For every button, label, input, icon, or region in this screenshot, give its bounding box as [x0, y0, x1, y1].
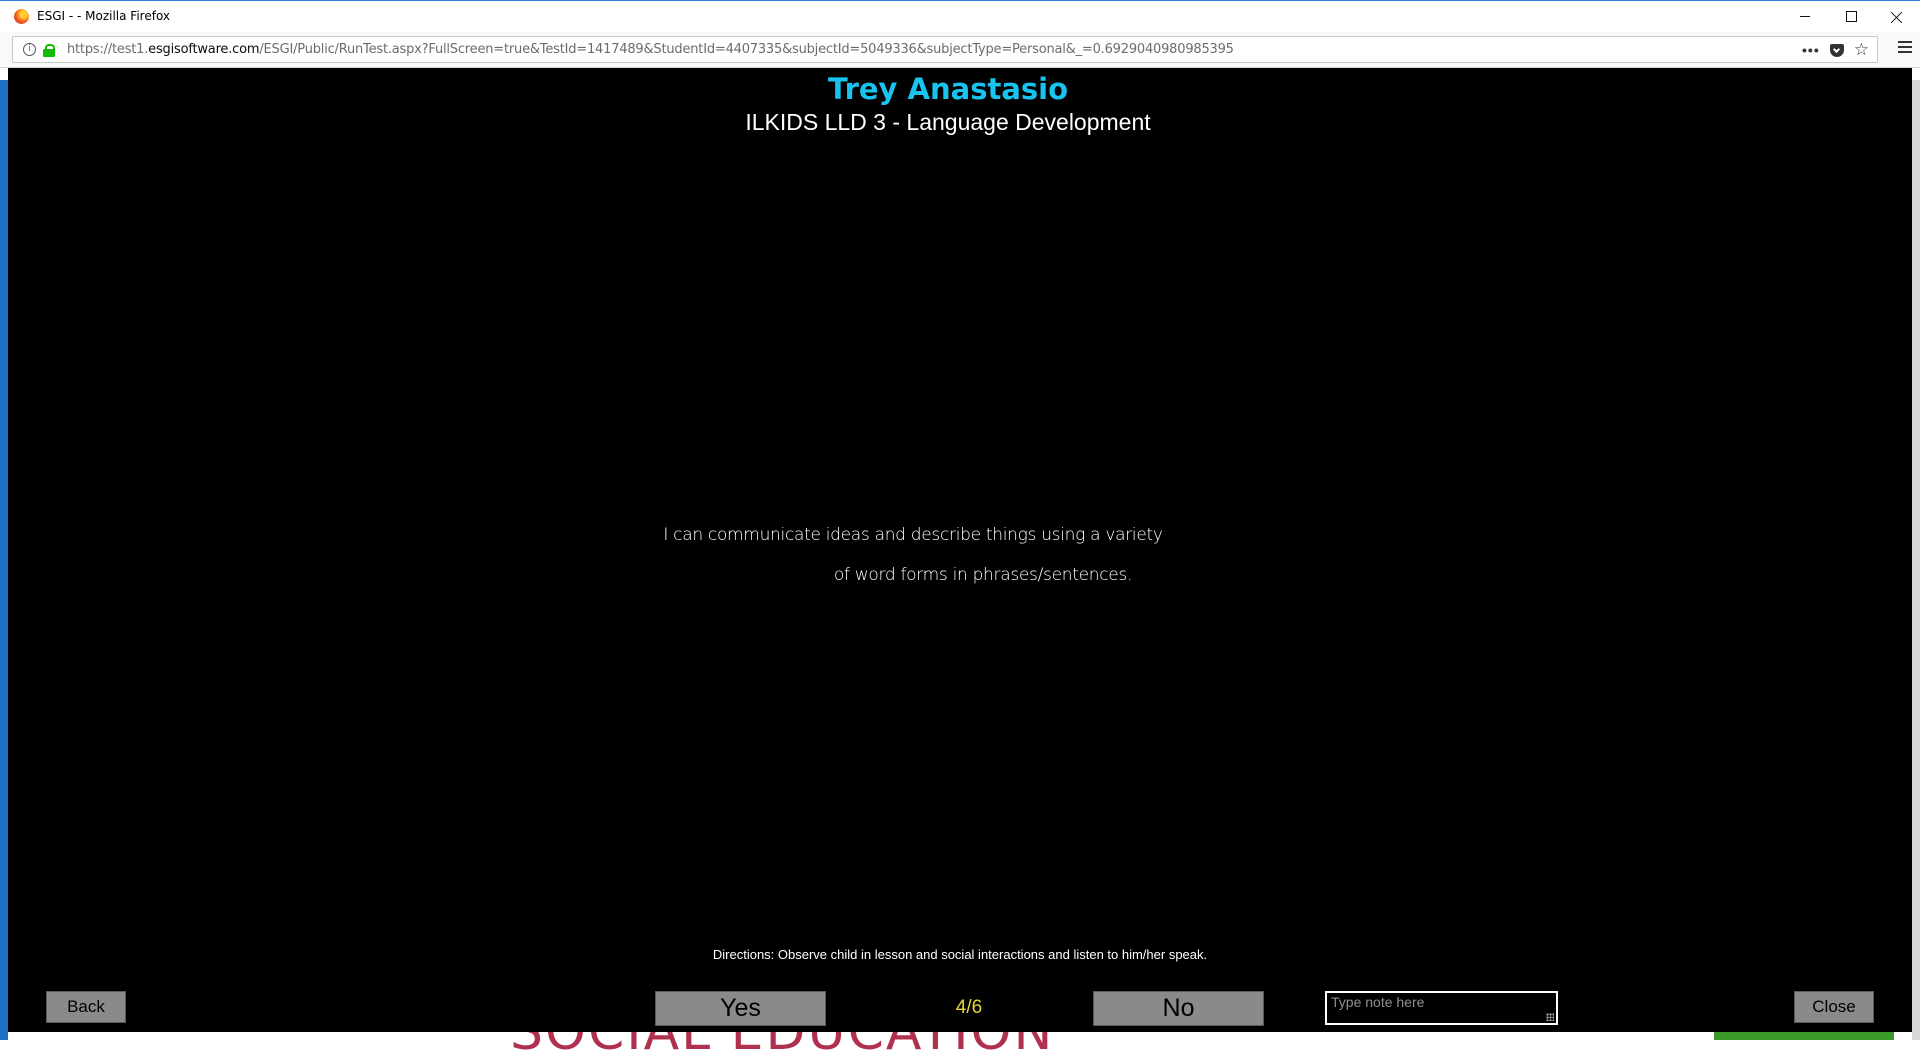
note-input[interactable] [1325, 991, 1558, 1025]
background-window-edge-left [0, 80, 8, 1040]
yes-button[interactable]: Yes [655, 991, 826, 1026]
question-text: I can communicate ideas and describe thi… [588, 515, 1338, 595]
url-domain: esgisoftware.com [148, 42, 260, 57]
site-info-icon[interactable]: i [23, 43, 36, 56]
minimize-button[interactable] [1782, 1, 1828, 32]
test-stage: Trey Anastasio ILKIDS LLD 3 - Language D… [8, 68, 1912, 1032]
lock-icon[interactable] [43, 44, 55, 57]
address-bar[interactable]: i https://test1.esgisoftware.com/ESGI/Pu… [12, 36, 1878, 63]
question-line-2: of word forms in phrases/sentences. [833, 565, 1133, 585]
close-test-button[interactable]: Close [1794, 991, 1874, 1023]
url-path: /ESGI/Public/RunTest.aspx?FullScreen=tru… [259, 42, 1234, 57]
no-button[interactable]: No [1093, 991, 1264, 1026]
maximize-button[interactable] [1828, 1, 1874, 32]
test-name: ILKIDS LLD 3 - Language Development [745, 109, 1151, 135]
navigation-bar: i https://test1.esgisoftware.com/ESGI/Pu… [0, 32, 1920, 68]
directions-text: Directions: Observe child in lesson and … [712, 947, 1208, 962]
maximize-icon [1845, 11, 1857, 22]
close-icon [1891, 11, 1903, 23]
page-actions: ••• ☆ [1802, 41, 1869, 59]
question-progress: 4/6 [955, 997, 983, 1018]
resize-grip-icon[interactable] [1546, 1013, 1554, 1021]
question-line-1: I can communicate ideas and describe thi… [663, 525, 1163, 545]
url-prefix: https://test1. [67, 42, 149, 57]
title-bar: ESGI - - Mozilla Firefox [0, 0, 1920, 32]
hamburger-menu-icon[interactable] [1898, 41, 1912, 53]
firefox-logo-icon [14, 9, 29, 24]
page-actions-menu-icon[interactable]: ••• [1802, 42, 1820, 58]
minimize-icon [1800, 16, 1810, 17]
background-green-block [1714, 1032, 1894, 1040]
bookmark-star-icon[interactable]: ☆ [1854, 41, 1869, 59]
url-text[interactable]: https://test1.esgisoftware.com/ESGI/Publ… [67, 42, 1234, 57]
back-button[interactable]: Back [46, 991, 126, 1023]
background-window-edge-right [1912, 80, 1920, 1040]
close-window-button[interactable] [1874, 1, 1920, 32]
pocket-icon[interactable] [1829, 43, 1844, 57]
firefox-window: SOCIAL EDUCATION ESGI - - Mozilla Firefo… [0, 0, 1920, 1062]
window-title: ESGI - - Mozilla Firefox [37, 9, 171, 23]
student-name: Trey Anastasio [827, 72, 1069, 106]
